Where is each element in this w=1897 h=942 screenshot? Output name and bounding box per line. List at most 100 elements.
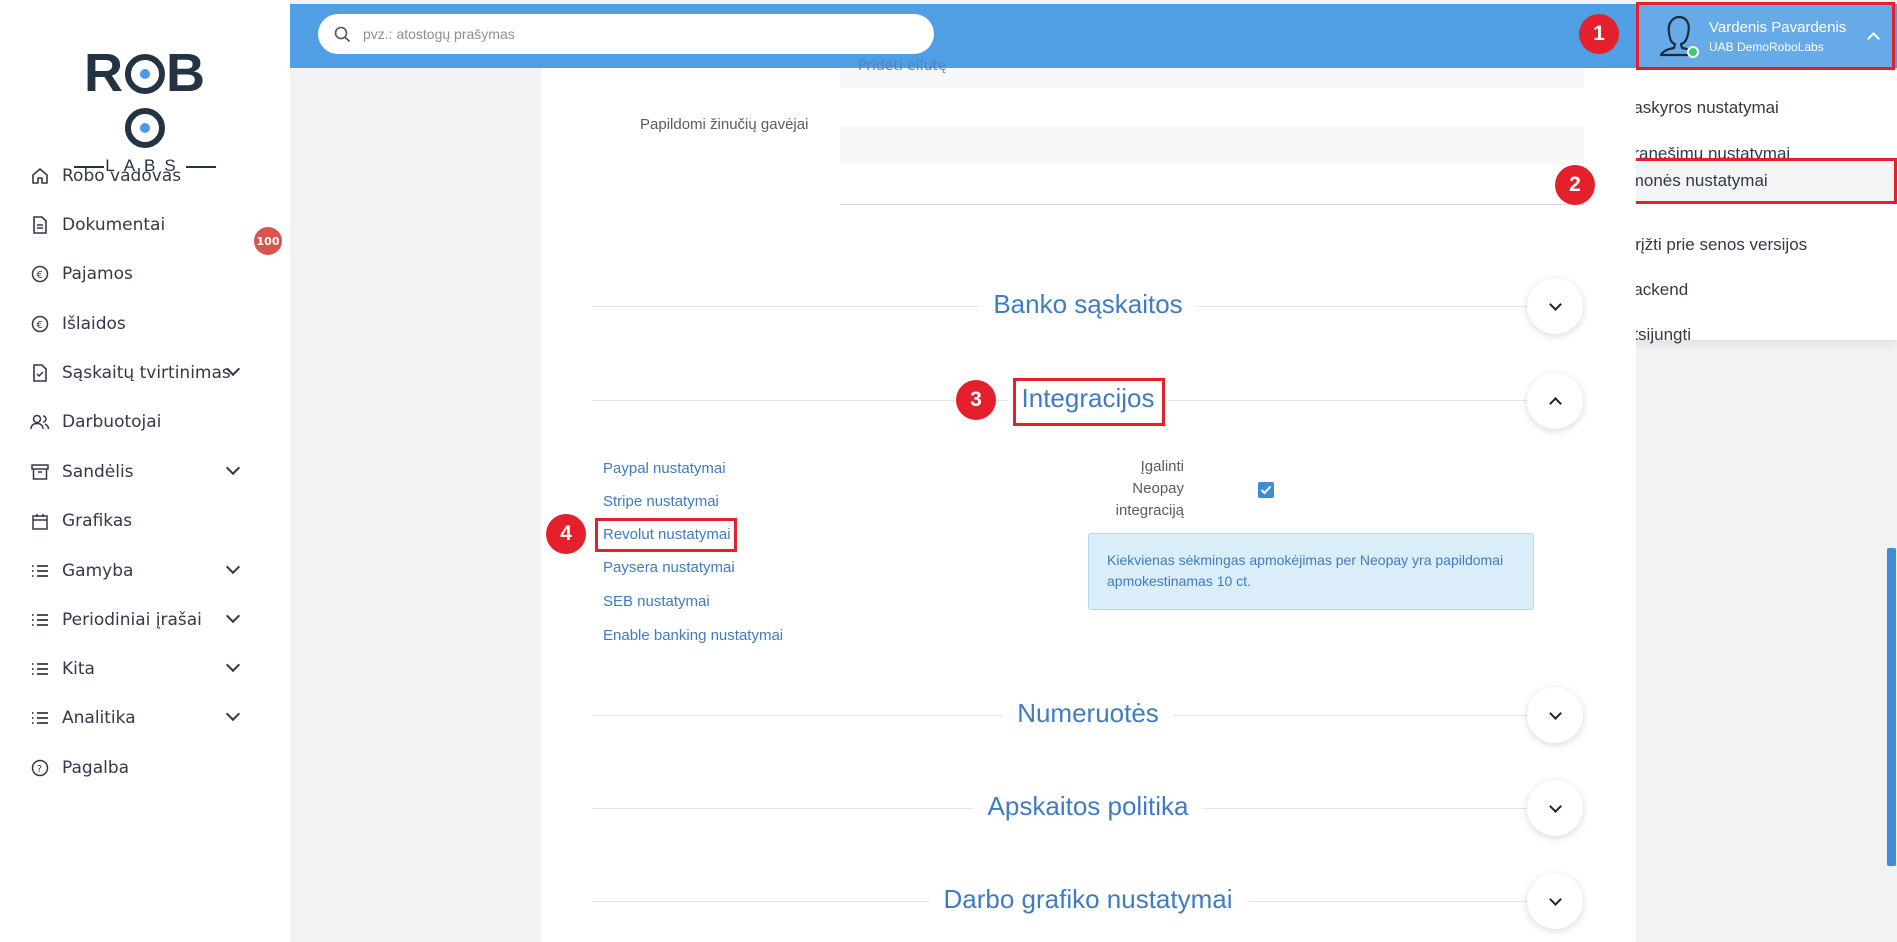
neopay-label-line: Įgalinti	[1140, 458, 1184, 475]
sidebar-item-label: Periodiniai įrašai	[62, 610, 202, 630]
previous-field[interactable]	[840, 68, 1584, 88]
section-work-schedule-title[interactable]: Darbo grafiko nustatymai	[929, 884, 1247, 915]
svg-text:?: ?	[37, 764, 42, 775]
logo-wordmark: RB	[70, 46, 220, 154]
sidebar-item-gamyba[interactable]: Gamyba	[30, 556, 260, 586]
chevron-up-icon	[1867, 32, 1880, 45]
step-marker-4: 4	[546, 514, 586, 554]
help-icon: ?	[30, 758, 50, 778]
chevron-down-icon	[225, 608, 241, 624]
calendar-icon	[30, 511, 50, 531]
paysera-settings-link[interactable]: Paysera nustatymai	[603, 559, 735, 576]
neopay-enable-checkbox[interactable]	[1258, 482, 1274, 498]
sidebar: RB LABS Robo vadovas Dokumentai 100 € Pa…	[0, 0, 290, 942]
seb-settings-link[interactable]: SEB nustatymai	[603, 593, 710, 610]
recipients-input[interactable]	[840, 126, 1584, 164]
integrations-collapse-button[interactable]	[1527, 373, 1583, 429]
chevron-down-icon	[1548, 297, 1562, 311]
sidebar-item-label: Robo vadovas	[62, 166, 182, 186]
sidebar-item-label: Sandėlis	[62, 462, 134, 482]
neopay-info-alert: Kiekvienas sėkmingas apmokėjimas per Neo…	[1088, 533, 1534, 610]
field-underline	[840, 204, 1584, 205]
sidebar-item-dokumentai[interactable]: Dokumentai	[30, 210, 260, 240]
euro-icon: €	[30, 314, 50, 334]
sidebar-item-label: Dokumentai	[62, 215, 166, 235]
online-status-dot	[1687, 46, 1699, 58]
search-bar[interactable]	[318, 14, 934, 54]
svg-text:€: €	[37, 270, 43, 281]
paypal-settings-link[interactable]: Paypal nustatymai	[603, 460, 726, 477]
neopay-label-line: integraciją	[1115, 502, 1184, 519]
sidebar-item-islaidos[interactable]: € Išlaidos	[30, 309, 260, 339]
revolut-highlight	[595, 518, 737, 552]
sidebar-item-grafikas[interactable]: Grafikas	[30, 506, 260, 536]
sidebar-item-robo-vadovas[interactable]: Robo vadovas	[30, 161, 260, 191]
user-dropdown-menu: Paskyros nustatymai Pranešimų nustatymai…	[1606, 70, 1897, 344]
chevron-down-icon	[225, 657, 241, 673]
sidebar-item-label: Pagalba	[62, 758, 130, 778]
sidebar-item-label: Darbuotojai	[62, 412, 162, 432]
sidebar-item-periodiniai-irasai[interactable]: Periodiniai įrašai	[30, 605, 260, 635]
sidebar-item-sandelis[interactable]: Sandėlis	[30, 457, 260, 487]
search-input[interactable]	[363, 26, 903, 42]
avatar	[1655, 13, 1701, 59]
users-icon	[30, 412, 50, 432]
sidebar-item-label: Grafikas	[62, 511, 133, 531]
accounting-policy-expand-button[interactable]	[1527, 780, 1583, 836]
sidebar-item-label: Išlaidos	[62, 314, 126, 334]
file-check-icon	[30, 363, 50, 383]
section-numbering-title[interactable]: Numeruotės	[1003, 698, 1173, 729]
step-marker-2: 2	[1555, 165, 1595, 205]
sidebar-item-saskaitu-tvirtinimas[interactable]: Sąskaitų tvirtinimas	[30, 358, 260, 388]
chevron-down-icon	[225, 559, 241, 575]
robolabs-logo[interactable]: RB LABS	[70, 46, 220, 175]
menu-item-old-version[interactable]: Grįžti prie senos versijos	[1622, 228, 1807, 262]
menu-item-company-settings[interactable]: Įmonės nustatymai	[1610, 158, 1897, 204]
chevron-down-icon	[225, 460, 241, 476]
step-marker-1: 1	[1579, 14, 1619, 54]
sidebar-item-pagalba[interactable]: ? Pagalba	[30, 753, 260, 783]
enable-banking-settings-link[interactable]: Enable banking nustatymai	[603, 627, 783, 644]
section-accounting-policy-title[interactable]: Apskaitos politika	[973, 791, 1203, 822]
document-icon	[30, 215, 50, 235]
user-company: UAB DemoRoboLabs	[1709, 39, 1824, 54]
chevron-up-icon	[1548, 396, 1562, 410]
euro-icon: €	[30, 264, 50, 284]
sidebar-item-kita[interactable]: Kita	[30, 654, 260, 684]
chevron-down-icon	[1548, 892, 1562, 906]
stripe-settings-link[interactable]: Stripe nustatymai	[603, 493, 719, 510]
list-icon	[30, 561, 50, 581]
add-row-link[interactable]: Pridėti eilutę	[858, 58, 947, 74]
sidebar-item-darbuotojai[interactable]: Darbuotojai	[30, 407, 260, 437]
menu-item-account-settings[interactable]: Paskyros nustatymai	[1622, 91, 1779, 125]
work-schedule-expand-button[interactable]	[1527, 873, 1583, 929]
sidebar-item-pajamos[interactable]: € Pajamos	[30, 259, 260, 289]
neopay-enable-label: Įgalinti Neopay integraciją	[1098, 456, 1184, 522]
svg-text:€: €	[37, 320, 43, 331]
step-marker-3: 3	[956, 380, 996, 420]
checkmark-icon	[1260, 485, 1272, 495]
sidebar-item-analitika[interactable]: Analitika	[30, 703, 260, 733]
section-bank-accounts-title[interactable]: Banko sąskaitos	[979, 289, 1197, 320]
sidebar-item-label: Gamyba	[62, 561, 134, 581]
list-icon	[30, 610, 50, 630]
chevron-down-icon	[1548, 799, 1562, 813]
bank-accounts-expand-button[interactable]	[1527, 278, 1583, 334]
sidebar-item-label: Kita	[62, 659, 95, 679]
neopay-label-line: Neopay	[1132, 480, 1184, 497]
scrollbar-thumb[interactable]	[1887, 548, 1896, 866]
chevron-down-icon	[1548, 706, 1562, 720]
user-menu-toggle[interactable]: Vardenis Pavardenis UAB DemoRoboLabs	[1636, 2, 1895, 70]
documents-count-badge: 100	[254, 227, 282, 255]
list-icon	[30, 708, 50, 728]
home-icon	[30, 166, 50, 186]
integrations-highlight	[1013, 378, 1165, 426]
sidebar-item-label: Pajamos	[62, 264, 133, 284]
search-icon	[334, 26, 351, 42]
sidebar-item-label: Sąskaitų tvirtinimas	[62, 363, 231, 383]
list-icon	[30, 659, 50, 679]
numbering-expand-button[interactable]	[1527, 687, 1583, 743]
archive-icon	[30, 462, 50, 482]
chevron-down-icon	[225, 706, 241, 722]
user-name: Vardenis Pavardenis	[1709, 18, 1847, 36]
